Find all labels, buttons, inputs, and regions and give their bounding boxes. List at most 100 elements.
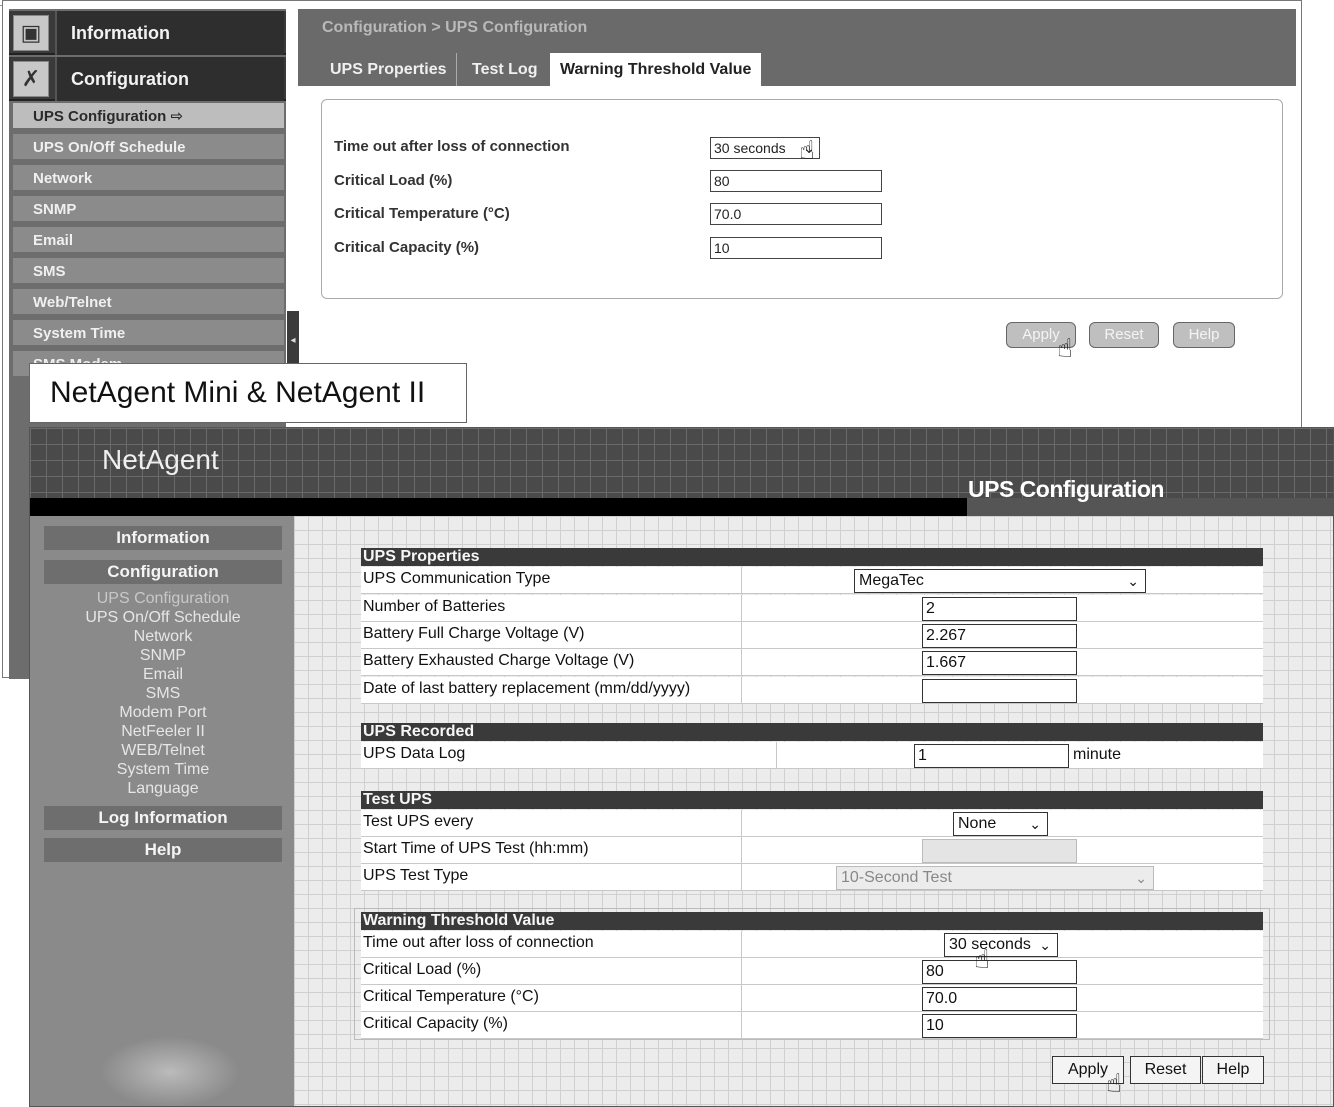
back-sidebar-item-label: System Time xyxy=(33,325,126,342)
page-title: UPS Configuration xyxy=(968,476,1164,502)
tab-ups-properties[interactable]: UPS Properties xyxy=(320,53,458,86)
nav-item-sms[interactable]: SMS xyxy=(30,684,296,703)
chevron-down-icon: ⌄ xyxy=(1127,573,1139,589)
critical-temperature-input[interactable]: 70.0 xyxy=(922,987,1077,1011)
test-every-label: Test UPS every xyxy=(363,813,474,830)
test-every-select[interactable]: None ⌄ xyxy=(953,812,1048,836)
battery-replacement-label: Date of last battery replacement (mm/dd/… xyxy=(363,680,691,697)
test-start-time-input[interactable] xyxy=(922,839,1077,863)
header-black-bar xyxy=(30,498,967,516)
section-ups-recorded: UPS Recorded xyxy=(361,723,1263,741)
back-timeout-label: Time out after loss of connection xyxy=(334,138,570,155)
back-critical-load-input[interactable]: 80 xyxy=(710,170,882,192)
battery-replacement-input[interactable] xyxy=(922,679,1077,703)
front-content: UPS Properties UPS Communication Type Me… xyxy=(294,516,1333,1106)
nav-item-ups-onoff-schedule[interactable]: UPS On/Off Schedule xyxy=(30,608,296,627)
back-sidebar-item-network[interactable]: Network xyxy=(13,165,284,193)
sidebar-collapse-handle[interactable]: ◂ xyxy=(287,311,299,371)
back-sidebar-item-web-telnet[interactable]: Web/Telnet xyxy=(13,289,284,317)
back-sidebar-item-ups-onoff-schedule[interactable]: UPS On/Off Schedule xyxy=(13,134,284,162)
table-row: UPS Test Type 10-Second Test ⌄ xyxy=(361,864,1263,891)
nav-item-web-telnet[interactable]: WEB/Telnet xyxy=(30,741,296,760)
front-window: NetAgent UPS Configuration Information C… xyxy=(29,427,1334,1107)
tab-warning-threshold-value[interactable]: Warning Threshold Value xyxy=(550,53,762,86)
column-divider xyxy=(741,595,742,622)
critical-capacity-input[interactable]: 10 xyxy=(922,1014,1077,1038)
back-sidebar-item-label: Email xyxy=(33,232,74,249)
critical-load-input[interactable]: 80 xyxy=(922,960,1077,984)
back-sidebar-item-snmp[interactable]: SNMP xyxy=(13,196,284,224)
table-row: Date of last battery replacement (mm/dd/… xyxy=(361,677,1263,704)
comm-type-value: MegaTec xyxy=(859,572,924,589)
back-reset-button[interactable]: Reset xyxy=(1089,322,1159,348)
nav-item-email[interactable]: Email xyxy=(30,665,296,684)
product-caption: NetAgent Mini & NetAgent II xyxy=(29,363,467,423)
back-critical-temperature-label: Critical Temperature (°C) xyxy=(334,205,510,222)
full-charge-voltage-input[interactable]: 2.267 xyxy=(922,624,1077,648)
timeout-select[interactable]: 30 seconds ⌄ xyxy=(944,933,1058,957)
back-critical-load-label: Critical Load (%) xyxy=(334,172,453,189)
column-divider xyxy=(741,1012,742,1039)
table-row: Battery Exhausted Charge Voltage (V) 1.6… xyxy=(361,649,1263,676)
nav-item-network[interactable]: Network xyxy=(30,627,296,646)
nav-configuration[interactable]: Configuration xyxy=(44,560,282,584)
table-row: Critical Load (%) 80 xyxy=(361,958,1263,985)
back-help-button[interactable]: Help xyxy=(1173,322,1235,348)
test-start-time-label: Start Time of UPS Test (hh:mm) xyxy=(363,840,589,857)
help-button[interactable]: Help xyxy=(1202,1056,1264,1084)
exhausted-voltage-label: Battery Exhausted Charge Voltage (V) xyxy=(363,652,635,669)
column-divider xyxy=(741,958,742,985)
column-divider xyxy=(741,567,742,594)
nav-item-snmp[interactable]: SNMP xyxy=(30,646,296,665)
column-divider xyxy=(741,649,742,676)
back-nav-configuration[interactable]: ✗ Configuration xyxy=(9,57,286,101)
batteries-input[interactable]: 2 xyxy=(922,597,1077,621)
back-sidebar-item-sms[interactable]: SMS xyxy=(13,258,284,286)
back-sidebar-item-label: UPS Configuration xyxy=(33,108,167,125)
back-sidebar-item-ups-configuration[interactable]: UPS Configuration ⇨ xyxy=(13,103,284,131)
nav-information[interactable]: Information xyxy=(44,526,282,550)
back-critical-capacity-input[interactable]: 10 xyxy=(710,237,882,259)
back-sidebar-item-label: SMS xyxy=(33,263,66,280)
hand-cursor-icon: ☝ xyxy=(799,135,815,165)
back-header: Configuration > UPS Configuration UPS Pr… xyxy=(298,9,1296,86)
back-nav-configuration-label: Configuration xyxy=(55,57,284,101)
data-log-input[interactable]: 1 xyxy=(914,744,1069,768)
test-type-value: 10-Second Test xyxy=(841,869,952,886)
nav-log-information[interactable]: Log Information xyxy=(44,806,282,830)
nav-item-modem-port[interactable]: Modem Port xyxy=(30,703,296,722)
test-type-select[interactable]: 10-Second Test ⌄ xyxy=(836,866,1154,890)
tab-test-log[interactable]: Test Log xyxy=(462,53,547,86)
reset-button[interactable]: Reset xyxy=(1130,1056,1201,1084)
chevron-down-icon: ⌄ xyxy=(1135,870,1147,886)
comm-type-select[interactable]: MegaTec ⌄ xyxy=(854,569,1146,593)
timeout-label: Time out after loss of connection xyxy=(363,934,594,951)
section-test-ups: Test UPS xyxy=(361,791,1263,809)
nav-item-netfeeler-ii[interactable]: NetFeeler II xyxy=(30,722,296,741)
chevron-down-icon: ⌄ xyxy=(1029,816,1041,832)
column-divider xyxy=(741,837,742,864)
table-row: Critical Temperature (°C) 70.0 xyxy=(361,985,1263,1012)
critical-capacity-label: Critical Capacity (%) xyxy=(363,1015,508,1032)
nav-help[interactable]: Help xyxy=(44,838,282,862)
critical-load-label: Critical Load (%) xyxy=(363,961,482,978)
nav-item-language[interactable]: Language xyxy=(30,779,296,798)
arrow-right-icon: ⇨ xyxy=(170,108,184,125)
column-divider xyxy=(741,864,742,891)
table-row: UPS Data Log 1 minute xyxy=(361,742,1263,769)
front-sidebar: Information Configuration UPS Configurat… xyxy=(30,516,296,1106)
back-critical-temperature-input[interactable]: 70.0 xyxy=(710,203,882,225)
exhausted-voltage-input[interactable]: 1.667 xyxy=(922,651,1077,675)
table-row: UPS Communication Type MegaTec ⌄ xyxy=(361,567,1263,594)
back-timeout-value: 30 seconds xyxy=(714,140,786,156)
back-sidebar-item-email[interactable]: Email xyxy=(13,227,284,255)
nav-item-ups-configuration[interactable]: UPS Configuration xyxy=(30,589,296,608)
back-nav-information[interactable]: ▣ Information xyxy=(9,11,286,55)
back-sidebar-item-label: SNMP xyxy=(33,201,77,218)
chevron-down-icon: ⌄ xyxy=(1039,937,1051,953)
back-sidebar-item-system-time[interactable]: System Time xyxy=(13,320,284,348)
nav-item-system-time[interactable]: System Time xyxy=(30,760,296,779)
column-divider xyxy=(741,622,742,649)
hand-cursor-icon: ☝ xyxy=(1106,1068,1122,1098)
data-log-label: UPS Data Log xyxy=(363,745,466,762)
